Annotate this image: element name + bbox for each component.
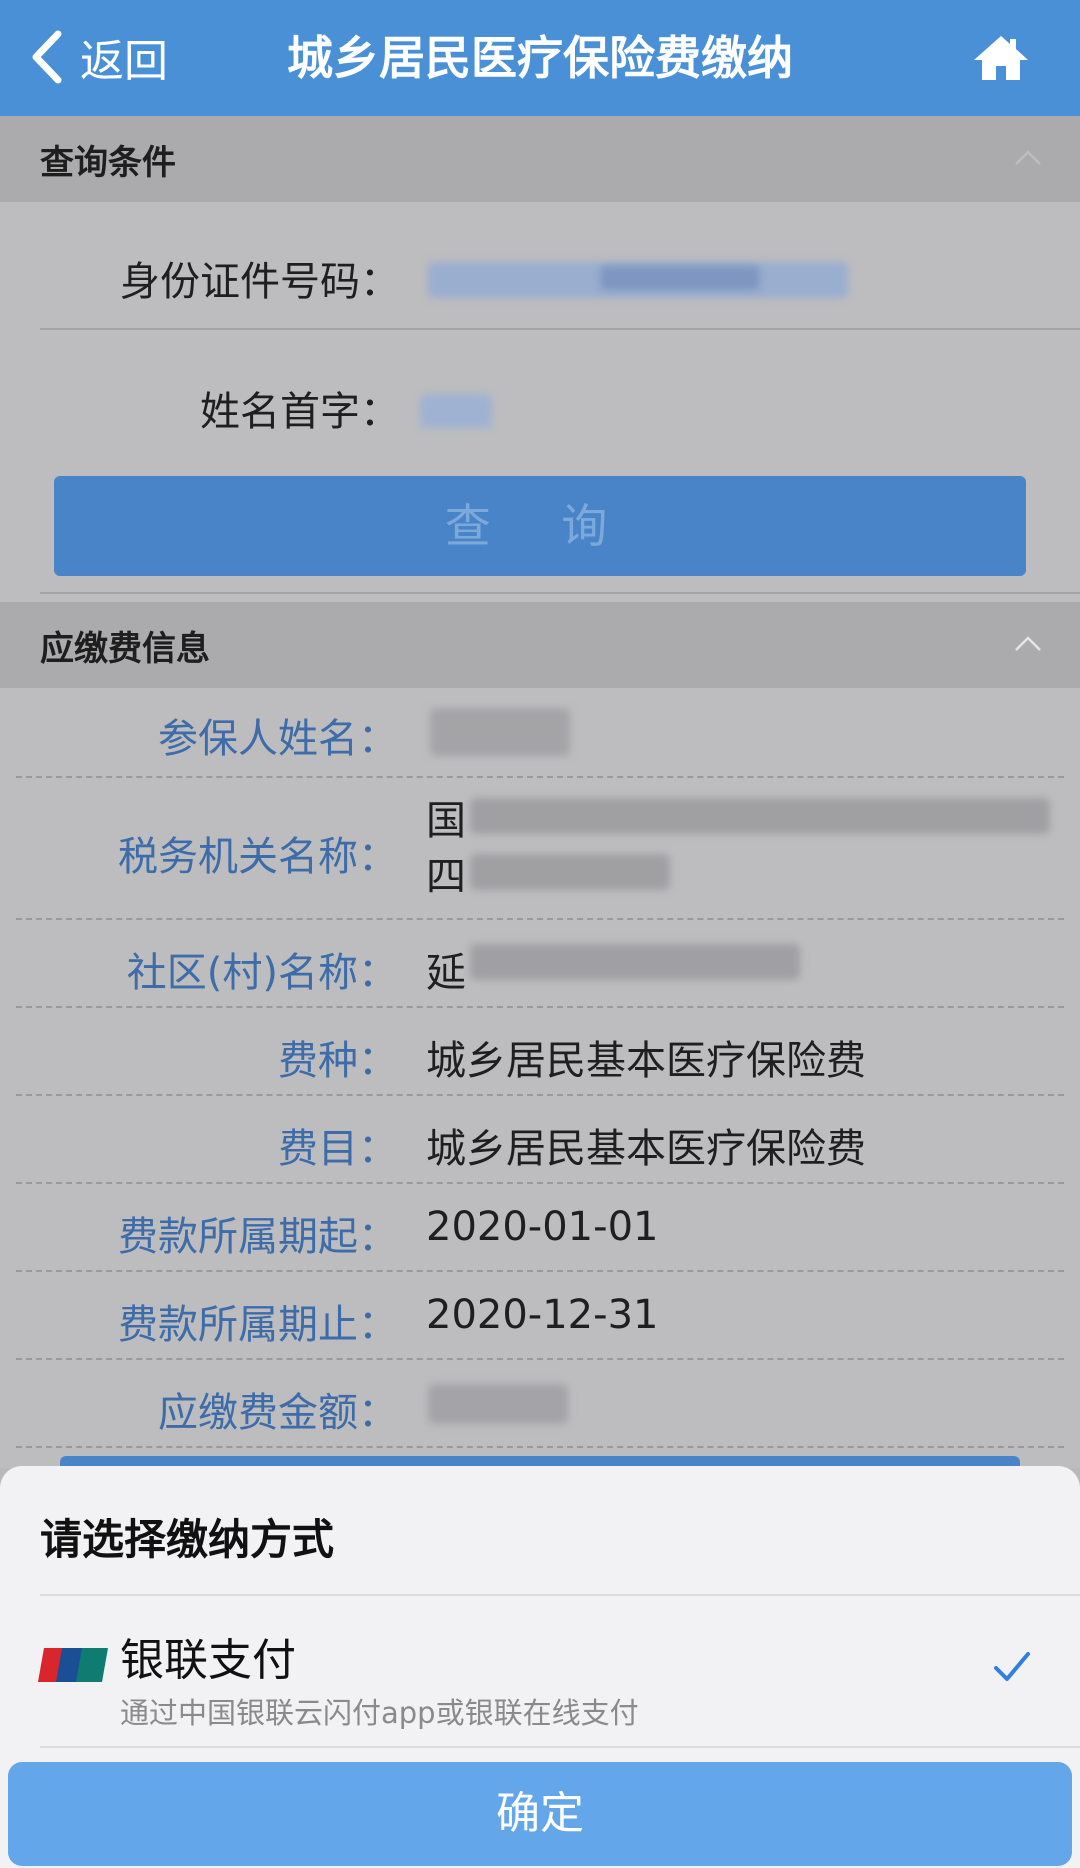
unionpay-option[interactable]: 银联支付 通过中国银联云闪付app或银联在线支付 [0, 1596, 1080, 1744]
back-button[interactable]: 返回 [28, 22, 168, 92]
confirm-button[interactable]: 确定 [8, 1762, 1072, 1866]
period-end-value: 2020-12-31 [426, 1292, 659, 1338]
form-divider [40, 592, 1080, 594]
form-divider [40, 328, 1080, 330]
row-divider [16, 1446, 1064, 1448]
sheet-title: 请选择缴纳方式 [40, 1515, 335, 1564]
info-row-period-end: 费款所属期止： 2020-12-31 [0, 1272, 1080, 1358]
id-number-row: 身份证件号码： [0, 222, 1080, 342]
id-number-label: 身份证件号码： [120, 259, 400, 305]
info-label: 费种： [278, 1038, 398, 1084]
query-button[interactable]: 查 询 [54, 476, 1026, 576]
chevron-left-icon [32, 30, 62, 84]
info-row-amount: 应缴费金额： [0, 1360, 1080, 1446]
payment-option-name: 银联支付 [120, 1635, 296, 1686]
sheet-divider [40, 1746, 1080, 1748]
info-row-insured-name: 参保人姓名： [0, 688, 1080, 776]
info-label: 税务机关名称： [118, 834, 398, 880]
back-label: 返回 [80, 36, 168, 87]
info-section-title: 应缴费信息 [40, 628, 210, 669]
home-icon[interactable] [972, 30, 1030, 88]
insured-name-value [426, 702, 576, 762]
period-start-value: 2020-01-01 [426, 1204, 659, 1250]
fee-item-value: 城乡居民基本医疗保险费 [426, 1126, 866, 1172]
info-label: 费目： [278, 1126, 398, 1172]
info-label: 应缴费金额： [158, 1390, 398, 1436]
fee-type-value: 城乡居民基本医疗保险费 [426, 1038, 866, 1084]
payment-option-description: 通过中国银联云闪付app或银联在线支付 [120, 1696, 639, 1730]
info-label: 费款所属期起： [118, 1214, 398, 1260]
info-row-tax-office: 税务机关名称： 国 四 [0, 778, 1080, 918]
payment-info-list: 参保人姓名： 税务机关名称： 国 四 社区(村)名称： 延 费种： 城乡居民基本… [0, 688, 1080, 1470]
chevron-up-icon [1015, 636, 1041, 651]
info-row-fee-type: 费种： 城乡居民基本医疗保险费 [0, 1008, 1080, 1094]
name-initial-row: 姓名首字： [0, 352, 1080, 472]
info-label: 参保人姓名： [158, 716, 398, 762]
unionpay-icon [38, 1648, 108, 1682]
query-section-title: 查询条件 [40, 142, 176, 183]
community-value: 延 [426, 950, 466, 996]
info-section-header[interactable]: 应缴费信息 [0, 602, 1080, 688]
info-row-fee-item: 费目： 城乡居民基本医疗保险费 [0, 1096, 1080, 1182]
nav-bar: 返回 城乡居民医疗保险费缴纳 [0, 0, 1080, 116]
chevron-up-icon [1015, 150, 1041, 165]
name-initial-label: 姓名首字： [200, 389, 400, 435]
checkmark-icon [994, 1652, 1030, 1681]
info-label: 社区(村)名称： [126, 950, 398, 996]
info-row-community: 社区(村)名称： 延 [0, 920, 1080, 1006]
info-row-period-start: 费款所属期起： 2020-01-01 [0, 1184, 1080, 1270]
tax-office-value-line1: 国 [426, 798, 466, 844]
amount-value [426, 1378, 576, 1430]
info-label: 费款所属期止： [118, 1302, 398, 1348]
name-initial-input[interactable] [420, 382, 620, 442]
tax-office-value-line2: 四 [426, 854, 466, 900]
id-number-input[interactable] [420, 248, 860, 314]
query-section-header[interactable]: 查询条件 [0, 116, 1080, 202]
